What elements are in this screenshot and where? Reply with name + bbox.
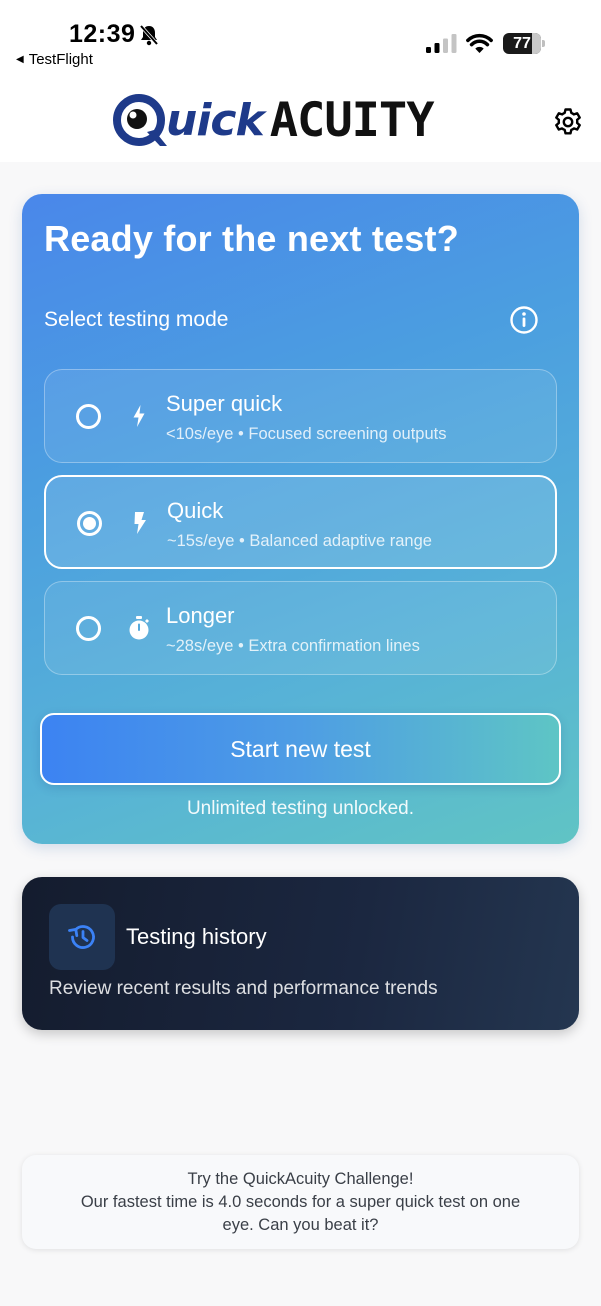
history-icon: [68, 925, 95, 949]
card-title: Ready for the next test?: [44, 218, 459, 259]
mode-option-longer[interactable]: Longer ~28s/eye • Extra confirmation lin…: [44, 581, 557, 675]
app-logo: uick ACUITY: [112, 92, 435, 152]
lightning-bolt-icon: [133, 405, 145, 427]
status-time: 12:39: [69, 20, 136, 48]
radio-super-quick[interactable]: [76, 404, 101, 429]
back-triangle-icon: ◀: [16, 54, 24, 65]
history-description: Review recent results and performance tr…: [49, 978, 438, 999]
cellular-signal-icon: [426, 34, 457, 53]
start-new-test-button[interactable]: Start new test: [40, 713, 561, 785]
mode-option-super-quick[interactable]: Super quick <10s/eye • Focused screening…: [44, 369, 557, 463]
back-to-testflight[interactable]: ◀ TestFlight: [16, 51, 93, 68]
flash-bolt-icon: [134, 512, 146, 534]
radio-longer[interactable]: [76, 616, 101, 641]
battery-level: 77: [513, 35, 531, 52]
wifi-icon: [466, 33, 493, 53]
radio-quick-selected[interactable]: [77, 511, 102, 536]
challenge-line-2: Our fastest time is 4.0 seconds for a su…: [80, 1193, 521, 1211]
logo-eye-q-icon: [113, 94, 167, 146]
info-icon[interactable]: [509, 305, 539, 335]
logo-text-quick: uick: [166, 95, 265, 146]
challenge-line-3: eye. Can you beat it?: [222, 1216, 379, 1234]
option-subtitle: <10s/eye • Focused screening outputs: [166, 425, 447, 443]
option-title: Quick: [167, 498, 224, 523]
history-title: Testing history: [126, 924, 267, 949]
unlimited-testing-note: Unlimited testing unlocked.: [186, 798, 415, 819]
logo-text-acuity: ACUITY: [269, 93, 435, 148]
option-title: Super quick: [166, 391, 283, 416]
settings-gear-icon[interactable]: [553, 107, 583, 137]
select-mode-label: Select testing mode: [44, 308, 229, 331]
option-subtitle: ~28s/eye • Extra confirmation lines: [166, 637, 420, 655]
test-mode-card: Ready for the next test? Select testing …: [22, 194, 579, 844]
mode-option-quick[interactable]: Quick ~15s/eye • Balanced adaptive range: [44, 475, 557, 569]
challenge-banner: Try the QuickAcuity Challenge! Our faste…: [22, 1155, 579, 1249]
battery-indicator: 77: [503, 33, 545, 54]
status-bar: 12:39 ◀ TestFlight 77: [0, 0, 601, 78]
bell-muted-icon: [139, 24, 159, 46]
option-title: Longer: [166, 603, 235, 628]
challenge-line-1: Try the QuickAcuity Challenge!: [187, 1170, 414, 1188]
option-subtitle: ~15s/eye • Balanced adaptive range: [167, 532, 432, 550]
stopwatch-icon: [129, 616, 149, 640]
testing-history-card[interactable]: Testing history Review recent results an…: [22, 877, 579, 1030]
back-label: TestFlight: [28, 51, 93, 68]
history-icon-tile: [49, 904, 115, 970]
